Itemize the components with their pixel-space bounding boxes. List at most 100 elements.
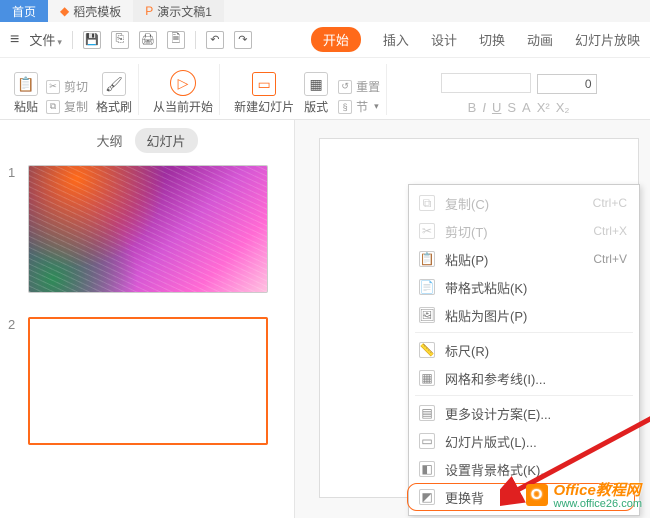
font-a-button[interactable]: A	[522, 100, 531, 115]
panel-tabs: 大纲 幻灯片	[8, 128, 286, 153]
menu-icon[interactable]: ≡	[10, 31, 19, 49]
font-family-select[interactable]	[441, 73, 531, 93]
cm-paste-format[interactable]: 📄 带格式粘贴(K)	[409, 273, 639, 301]
format-painter-label: 格式刷	[96, 98, 132, 115]
print-preview-icon[interactable]: 🗎	[167, 31, 185, 49]
copy-icon: ⧉	[46, 100, 60, 114]
logo-icon: O	[526, 484, 548, 506]
file-row: ≡ 文件▾ 💾 ⎘ 🖨 🗎 ↶ ↷ 开始 插入 设计 切换 动画 幻灯片放映	[0, 22, 650, 58]
slide-panel: 大纲 幻灯片 1 2	[0, 120, 295, 518]
template-icon: ◆	[60, 4, 69, 18]
play-from-current-button[interactable]: ▷ 从当前开始	[153, 70, 213, 115]
layout-label: 版式	[304, 98, 328, 115]
new-slide-icon: ▭	[252, 72, 276, 96]
layout-icon: ▭	[419, 433, 435, 449]
new-slide-button[interactable]: ▭ 新建幻灯片	[234, 72, 294, 115]
save-icon[interactable]: 💾	[83, 31, 101, 49]
redo-icon[interactable]: ↷	[234, 31, 252, 49]
thumb-num-1: 1	[8, 165, 20, 180]
layout-button[interactable]: ▦ 版式	[304, 72, 328, 115]
tab-template[interactable]: ◆ 稻壳模板	[48, 0, 133, 22]
save-as-icon[interactable]: ⎘	[111, 31, 129, 49]
format-painter-button[interactable]: 🖌 格式刷	[96, 72, 132, 115]
paste-label: 粘贴	[14, 98, 38, 115]
thumb-num-2: 2	[8, 317, 20, 332]
presentation-icon: P	[145, 4, 153, 18]
cm-paste-image[interactable]: 🖼 粘贴为图片(P)	[409, 301, 639, 329]
bold-button[interactable]: B	[468, 100, 477, 115]
cm-paste-format-label: 带格式粘贴(K)	[445, 278, 527, 297]
cm-paste-shortcut: Ctrl+V	[593, 252, 627, 266]
watermark: O Office教程网 www.office26.com	[526, 479, 642, 510]
copy-icon: ⧉	[419, 195, 435, 211]
cm-bg-format-label: 设置背景格式(K)...	[445, 460, 551, 479]
ribbon-tab-slideshow[interactable]: 幻灯片放映	[575, 30, 640, 49]
paste-image-icon: 🖼	[419, 307, 435, 323]
panel-tab-slides[interactable]: 幻灯片	[135, 128, 198, 153]
section-icon: §	[338, 100, 352, 114]
file-menu[interactable]: 文件▾	[29, 30, 62, 49]
ribbon-group-font: 0 B I U S A X² X₂	[395, 64, 642, 115]
section-label: 节	[356, 98, 368, 115]
font-size-input[interactable]: 0	[537, 74, 597, 94]
italic-button[interactable]: I	[482, 100, 486, 115]
ribbon-group-clipboard: 📋 粘贴 ✂剪切 ⧉ 复制 🖌 格式刷	[8, 64, 139, 115]
cm-grid-label: 网格和参考线(I)...	[445, 369, 546, 388]
copy-label: 复制	[64, 98, 88, 115]
reset-button[interactable]: ↺重置	[338, 78, 380, 95]
reset-icon: ↺	[338, 80, 352, 94]
chevron-down-icon: ▾	[374, 101, 379, 112]
panel-tab-outline[interactable]: 大纲	[96, 131, 122, 150]
cm-copy-shortcut: Ctrl+C	[593, 196, 627, 210]
ribbon-tab-design[interactable]: 设计	[431, 30, 457, 49]
print-icon[interactable]: 🖨	[139, 31, 157, 49]
section-button[interactable]: § 节 ▾	[338, 98, 380, 115]
subscript-button[interactable]: X₂	[556, 100, 570, 115]
ruler-icon: 📏	[419, 342, 435, 358]
cm-cut: ✂ 剪切(T) Ctrl+X	[409, 217, 639, 245]
chevron-down-icon: ▾	[57, 37, 62, 47]
clipboard-small: ✂剪切 ⧉ 复制	[46, 78, 88, 115]
slide-thumbnail-2[interactable]	[28, 317, 268, 445]
ribbon-tab-transition[interactable]: 切换	[479, 30, 505, 49]
cm-paste[interactable]: 📋 粘贴(P) Ctrl+V	[409, 245, 639, 273]
divider	[72, 31, 73, 49]
grid-icon: ▦	[419, 370, 435, 386]
cm-cut-label: 剪切(T)	[445, 222, 488, 241]
cm-paste-label: 粘贴(P)	[445, 250, 488, 269]
paste-button[interactable]: 📋 粘贴	[14, 72, 38, 115]
cm-slide-layout[interactable]: ▭ 幻灯片版式(L)...	[409, 427, 639, 455]
ribbon: 📋 粘贴 ✂剪切 ⧉ 复制 🖌 格式刷 ▷ 从当前开始 ▭ 新建幻灯片	[0, 58, 650, 120]
slide-thumbnail-1[interactable]	[28, 165, 268, 293]
tab-home[interactable]: 首页	[0, 0, 48, 22]
watermark-url: www.office26.com	[554, 498, 642, 510]
superscript-button[interactable]: X²	[537, 100, 550, 115]
ribbon-group-slides: ▭ 新建幻灯片 ▦ 版式 ↺重置 § 节 ▾	[228, 64, 387, 115]
thumb-row: 1	[8, 165, 286, 293]
underline-button[interactable]: U	[492, 100, 501, 115]
layout-icon: ▦	[304, 72, 328, 96]
cut-button[interactable]: ✂剪切	[46, 78, 88, 95]
menu-separator	[415, 332, 633, 333]
cut-icon: ✂	[419, 223, 435, 239]
tab-document[interactable]: P 演示文稿1	[133, 0, 224, 22]
copy-button[interactable]: ⧉ 复制	[46, 98, 88, 115]
font-format-icons: B I U S A X² X₂	[468, 100, 570, 115]
strike-button[interactable]: S	[507, 100, 516, 115]
tab-document-label: 演示文稿1	[157, 3, 212, 20]
cm-ruler[interactable]: 📏 标尺(R)	[409, 336, 639, 364]
ribbon-tab-animation[interactable]: 动画	[527, 30, 553, 49]
undo-icon[interactable]: ↶	[206, 31, 224, 49]
brush-icon: 🖌	[102, 72, 126, 96]
ribbon-tab-insert[interactable]: 插入	[383, 30, 409, 49]
cm-copy-label: 复制(C)	[445, 194, 489, 213]
cm-cut-shortcut: Ctrl+X	[593, 224, 627, 238]
ribbon-tab-start[interactable]: 开始	[311, 27, 361, 52]
play-icon: ▷	[170, 70, 196, 96]
cm-grid[interactable]: ▦ 网格和参考线(I)...	[409, 364, 639, 392]
tab-template-label: 稻壳模板	[73, 3, 121, 20]
cm-more-design[interactable]: ▤ 更多设计方案(E)...	[409, 399, 639, 427]
ribbon-group-play: ▷ 从当前开始	[147, 64, 220, 115]
paste-icon: 📋	[419, 251, 435, 267]
thumb-row: 2	[8, 317, 286, 445]
